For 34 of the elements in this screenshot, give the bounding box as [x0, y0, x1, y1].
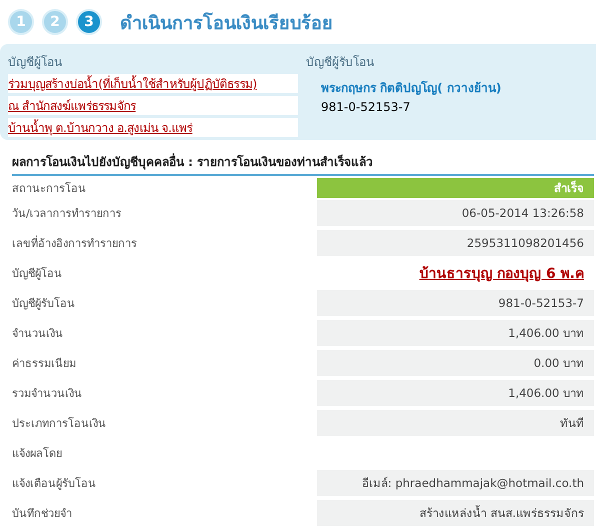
field-value: สำเร็จ: [317, 178, 594, 198]
field-value: 1,406.00 บาท: [317, 380, 594, 406]
annotation-text: บ้านน้ำพุ ต.บ้านกวาง อ.สูงเม่น จ.แพร่: [8, 118, 298, 137]
result-heading: ผลการโอนเงินไปยังบัญชีบุคคลอื่น : รายการโอนเงินของท่านสำเร็จแล้ว: [12, 152, 594, 176]
field-label: แจ้งเตือนผู้รับโอน: [12, 476, 97, 492]
field-label: บันทึกช่วยจำ: [12, 506, 73, 522]
field-value: 1,406.00 บาท: [317, 320, 594, 346]
section-heading: บัญชีผู้โอน: [8, 54, 63, 71]
field-value: 0.00 บาท: [317, 350, 594, 376]
field-label: ประเภทการโอนเงิน: [12, 416, 107, 432]
annotation-text: ณ สำนักสงฆ์แพร่ธรรมจักร: [8, 96, 298, 115]
field-value: สร้างแหล่งน้ำ สนส.แพร่ธรรมจักร: [317, 500, 594, 526]
field-label: บัญชีผู้โอน: [12, 266, 63, 282]
step-indicator: 1: [8, 9, 34, 35]
field-label: เลขที่อ้างอิงการทำรายการ: [12, 234, 138, 252]
field-label: แจ้งผลโดย: [12, 446, 63, 462]
field-value: 06-05-2014 13:26:58: [317, 200, 594, 226]
recipient-name: พระกฤษกร กิตติปญโญ( กวางย้าน): [320, 80, 502, 97]
step-indicator: 3: [76, 9, 102, 35]
field-label: สถานะการโอน: [12, 181, 87, 197]
field-label: ค่าธรรมเนียม: [12, 356, 77, 372]
annotation-text: ร่วมบุญสร้างบ่อน้ำ(ที่เก็บน้ำใช้สำหรับผู้ปฏิบัติธรรม): [8, 74, 298, 93]
field-label: จำนวนเงิน: [12, 326, 64, 342]
field-value: ทันที: [317, 410, 594, 436]
account-number: 981-0-52153-7: [320, 100, 412, 114]
field-label: วัน/เวลาการทำรายการ: [12, 206, 123, 222]
field-value: 2595311098201456: [317, 230, 594, 256]
step-indicator: 2: [42, 9, 68, 35]
page-title: ดำเนินการโอนเงินเรียบร้อย: [120, 11, 333, 36]
field-label: บัญชีผู้รับโอน: [12, 296, 76, 312]
field-label: รวมจำนวนเงิน: [12, 386, 83, 402]
section-heading: บัญชีผู้รับโอน: [306, 54, 375, 71]
field-value: อีเมล์: phraedhammajak@hotmail.co.th: [317, 470, 594, 496]
field-value: 981-0-52153-7: [317, 290, 594, 316]
